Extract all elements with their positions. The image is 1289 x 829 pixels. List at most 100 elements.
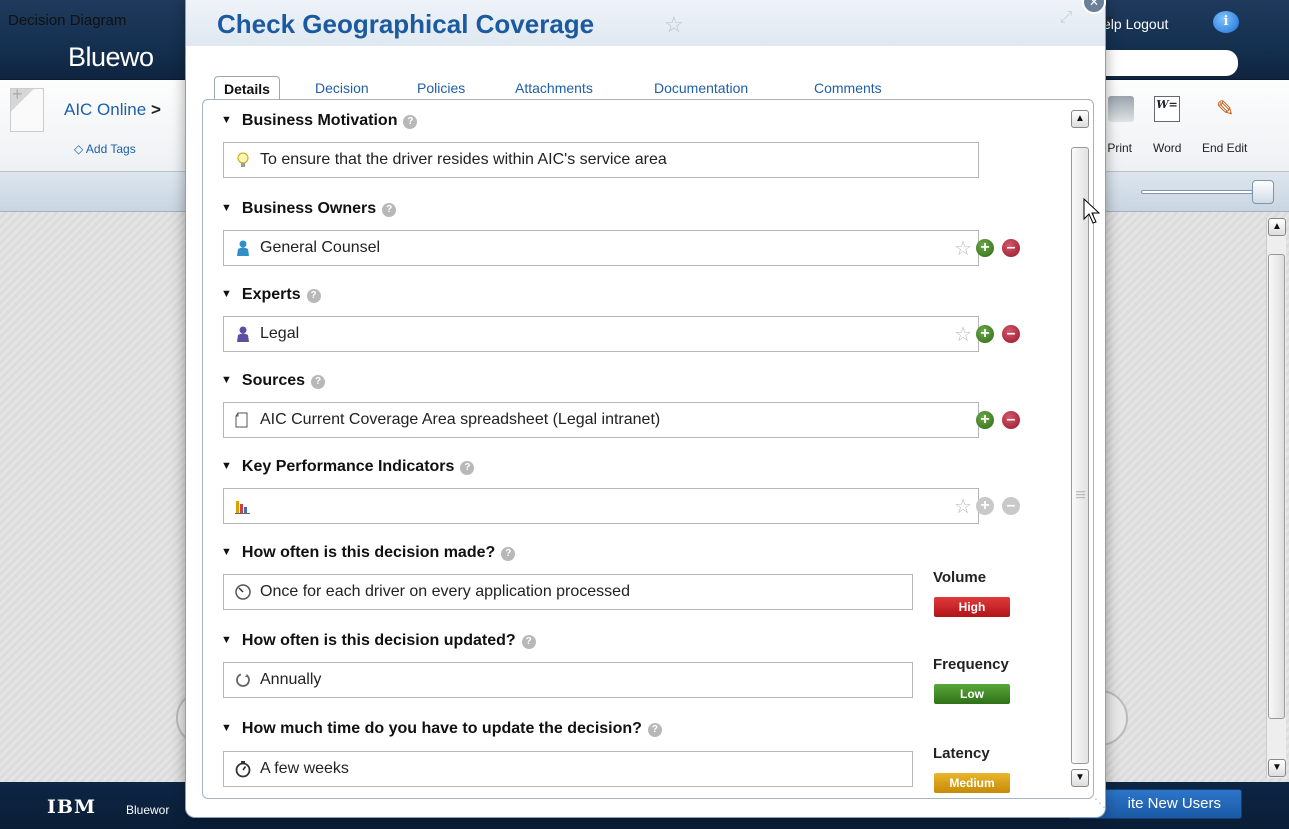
experts-field[interactable]: Legal ☆ <box>223 316 979 352</box>
help-icon[interactable]: ? <box>501 547 516 561</box>
remove-expert-button[interactable]: – <box>1002 325 1020 343</box>
person-icon <box>237 240 249 256</box>
resize-grip-icon[interactable]: ⋱ <box>1094 796 1106 810</box>
grip-icon: — — — <box>1076 486 1085 502</box>
add-kpi-button[interactable]: + <box>976 497 994 515</box>
footer-brand: Bluewor <box>126 803 170 817</box>
decision-made-field[interactable]: Once for each driver on every applicatio… <box>223 574 913 610</box>
tab-policies[interactable]: Policies <box>417 80 465 96</box>
decision-made-value: Once for each driver on every applicatio… <box>260 583 630 600</box>
section-business-motivation[interactable]: ▼ Business Motivation? <box>221 112 418 130</box>
source-value: AIC Current Coverage Area spreadsheet (L… <box>260 411 661 428</box>
tab-comments[interactable]: Comments <box>814 80 882 96</box>
latency-label: Latency <box>933 745 990 762</box>
mouse-cursor-icon <box>1083 198 1101 224</box>
star-icon[interactable]: ☆ <box>954 494 972 519</box>
tab-attachments[interactable]: Attachments <box>515 80 593 96</box>
breadcrumb-separator: > <box>150 100 161 119</box>
help-icon[interactable]: ? <box>647 723 662 737</box>
scroll-up-icon[interactable]: ▲ <box>1071 110 1089 128</box>
volume-label: Volume <box>933 569 987 586</box>
help-icon[interactable]: ? <box>306 289 321 303</box>
breadcrumb[interactable]: AIC Online > <box>64 100 161 120</box>
remove-kpi-button[interactable]: – <box>1002 497 1020 515</box>
section-heading: Key Performance Indicators <box>241 458 455 475</box>
update-time-value: A few weeks <box>260 760 349 777</box>
scroll-down-icon[interactable]: ▼ <box>1268 759 1286 777</box>
search-input[interactable] <box>1103 50 1238 76</box>
add-tags-link[interactable]: ◇ Add Tags <box>74 142 136 156</box>
help-icon[interactable]: ? <box>521 635 536 649</box>
decision-diagram-label: Decision Diagram <box>8 12 127 29</box>
section-heading: How much time do you have to update the … <box>241 720 642 737</box>
dialog-title: Check Geographical Coverage <box>217 9 595 39</box>
scroll-up-icon[interactable]: ▲ <box>1268 218 1286 236</box>
collapse-triangle-icon[interactable]: ▼ <box>221 114 232 126</box>
section-heading: How often is this decision made? <box>241 544 496 561</box>
section-kpi[interactable]: ▼ Key Performance Indicators? <box>221 458 475 476</box>
info-icon[interactable]: i <box>1213 11 1239 33</box>
help-icon[interactable]: ? <box>382 203 397 217</box>
section-heading: Business Owners <box>241 200 377 217</box>
section-update-time[interactable]: ▼ How much time do you have to update the… <box>221 720 662 738</box>
scroll-down-icon[interactable]: ▼ <box>1071 769 1089 787</box>
zoom-slider-handle[interactable] <box>1252 180 1274 204</box>
app-logo: Bluewo <box>68 42 154 72</box>
gauge-icon <box>235 584 251 600</box>
stopwatch-icon <box>235 761 251 778</box>
end-edit-button[interactable]: End Edit <box>1202 141 1247 155</box>
update-time-field[interactable]: A few weeks <box>223 751 913 787</box>
print-button[interactable]: Print <box>1102 141 1132 155</box>
word-button[interactable]: Word <box>1153 141 1181 155</box>
word-icon[interactable]: W= <box>1154 96 1180 122</box>
collapse-triangle-icon[interactable]: ▼ <box>221 634 232 646</box>
collapse-triangle-icon[interactable]: ▼ <box>221 288 232 300</box>
canvas-scrollbar[interactable]: ▲ ▼ <box>1266 218 1286 778</box>
help-icon[interactable]: ? <box>460 461 475 475</box>
star-icon[interactable]: ☆ <box>954 236 972 261</box>
frequency-badge[interactable]: Low <box>934 684 1010 704</box>
print-icon[interactable] <box>1108 96 1134 122</box>
remove-owner-button[interactable]: – <box>1002 239 1020 257</box>
favorite-star-icon[interactable]: ☆ <box>664 12 684 38</box>
help-icon[interactable]: ? <box>311 375 326 389</box>
volume-badge[interactable]: High <box>934 597 1010 617</box>
collapse-triangle-icon[interactable]: ▼ <box>221 546 232 558</box>
section-heading: Sources <box>241 372 306 389</box>
collapse-triangle-icon[interactable]: ▼ <box>221 374 232 386</box>
collapse-triangle-icon[interactable]: ▼ <box>221 202 232 214</box>
kpi-field[interactable]: ☆ <box>223 488 979 524</box>
scrollbar-thumb[interactable]: — — — <box>1071 147 1089 764</box>
collapse-triangle-icon[interactable]: ▼ <box>221 460 232 472</box>
business-owners-field[interactable]: General Counsel ☆ <box>223 230 979 266</box>
remove-source-button[interactable]: – <box>1002 411 1020 429</box>
decision-details-dialog: Check Geographical Coverage ☆ ⤢ ✕ Detail… <box>185 0 1106 818</box>
section-experts[interactable]: ▼ Experts? <box>221 286 321 304</box>
add-source-button[interactable]: + <box>976 411 994 429</box>
breadcrumb-item[interactable]: AIC Online <box>64 100 146 119</box>
section-decision-updated[interactable]: ▼ How often is this decision updated?? <box>221 632 536 650</box>
zoom-slider[interactable] <box>1141 190 1253 194</box>
add-owner-button[interactable]: + <box>976 239 994 257</box>
decision-updated-field[interactable]: Annually <box>223 662 913 698</box>
section-business-owners[interactable]: ▼ Business Owners? <box>221 200 397 218</box>
section-heading: Business Motivation <box>241 112 398 129</box>
tab-documentation[interactable]: Documentation <box>654 80 748 96</box>
person-icon <box>237 326 249 342</box>
end-edit-icon[interactable]: ✎ <box>1216 96 1242 122</box>
maximize-icon[interactable]: ⤢ <box>1056 9 1076 31</box>
add-expert-button[interactable]: + <box>976 325 994 343</box>
help-icon[interactable]: ? <box>403 115 418 129</box>
scrollbar-thumb[interactable] <box>1268 254 1285 719</box>
sources-field[interactable]: AIC Current Coverage Area spreadsheet (L… <box>223 402 979 438</box>
section-sources[interactable]: ▼ Sources? <box>221 372 326 390</box>
tab-decision[interactable]: Decision <box>315 80 369 96</box>
tag-icon: ◇ <box>74 142 84 156</box>
business-motivation-field[interactable]: To ensure that the driver resides within… <box>223 142 979 178</box>
latency-badge[interactable]: Medium <box>934 773 1010 793</box>
help-logout-links[interactable]: elp Logout <box>1103 16 1168 32</box>
collapse-triangle-icon[interactable]: ▼ <box>221 722 232 734</box>
star-icon[interactable]: ☆ <box>954 322 972 347</box>
section-decision-made[interactable]: ▼ How often is this decision made?? <box>221 544 516 562</box>
frequency-label: Frequency <box>933 656 1009 673</box>
